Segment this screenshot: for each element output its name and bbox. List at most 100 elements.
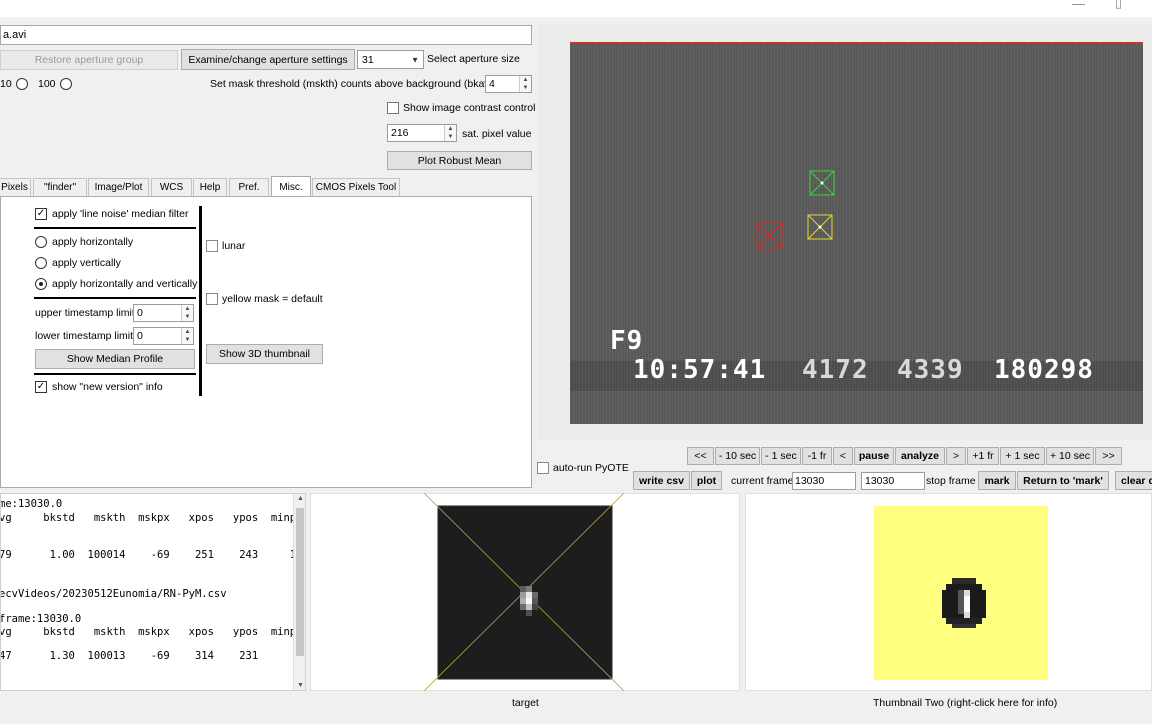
aperture-size-value: 31: [362, 53, 374, 66]
divider: [34, 297, 196, 299]
stop-frame-label: stop frame: [926, 475, 976, 487]
plot-robust-mean-button[interactable]: Plot Robust Mean: [387, 151, 532, 170]
nav-back-10sec-button[interactable]: - 10 sec: [715, 447, 760, 465]
contrast-checkbox[interactable]: [387, 102, 399, 114]
current-frame-label: current frame: [731, 475, 794, 487]
tab-finder[interactable]: "finder": [33, 178, 87, 196]
scroll-up-icon[interactable]: ▲: [297, 495, 304, 502]
spin-arrows-icon[interactable]: ▲ ▼: [181, 305, 193, 321]
write-csv-button[interactable]: write csv: [633, 471, 690, 490]
tab-cmos-pixels-tool[interactable]: CMOS Pixels Tool: [312, 178, 400, 196]
line-noise-checkbox[interactable]: ✓: [35, 208, 47, 220]
new-version-checkbox[interactable]: ✓: [35, 381, 47, 393]
log-line: ecvVideos/20230512Eunomia/RN-PyM.csv: [0, 588, 227, 600]
stop-frame-input[interactable]: 13030: [861, 472, 925, 490]
log-line: vg bkstd mskth mskpx xpos ypos minpx: [0, 626, 303, 638]
return-to-mark-button[interactable]: Return to 'mark': [1017, 471, 1109, 490]
nav-fwd-1frame-button[interactable]: +1 fr: [967, 447, 999, 465]
tab-image-plot[interactable]: Image/Plot: [88, 178, 149, 196]
nav-next-button[interactable]: >: [946, 447, 966, 465]
log-line: 47 1.30 100013 -69 314 231 0: [0, 650, 303, 662]
mask-threshold-spinbox[interactable]: 4 ▲ ▼: [485, 75, 532, 93]
apply-both-radio[interactable]: [35, 278, 47, 290]
minimize-icon[interactable]: —: [1072, 0, 1085, 11]
overlay-number-3: 180298: [994, 355, 1094, 385]
radio-100[interactable]: [60, 78, 72, 90]
analyze-button[interactable]: analyze: [895, 447, 945, 465]
radio-label-100: 100: [38, 78, 56, 90]
restore-aperture-group-button[interactable]: Restore aperture group: [0, 50, 178, 70]
title-strip: [0, 0, 1152, 17]
target-caption: target: [512, 697, 539, 709]
chevron-down-icon: ▼: [411, 55, 419, 64]
overlay-time: 10:57:41: [633, 355, 767, 385]
spin-arrows-icon[interactable]: ▲ ▼: [181, 328, 193, 344]
green-aperture-marker: [809, 170, 835, 196]
video-frame[interactable]: F9 10:57:41 4172 4339 180298: [570, 42, 1143, 424]
lunar-label: lunar: [222, 240, 246, 252]
sat-pixel-spinbox[interactable]: 216 ▲ ▼: [387, 124, 457, 142]
lower-timestamp-label: lower timestamp limit: [35, 330, 134, 342]
examine-aperture-settings-button[interactable]: Examine/change aperture settings: [181, 49, 355, 70]
auto-run-pyote-checkbox[interactable]: [537, 462, 549, 474]
scroll-down-icon[interactable]: ▼: [297, 682, 304, 689]
current-frame-input[interactable]: 13030: [792, 472, 856, 490]
aperture-size-select[interactable]: 31 ▼: [357, 50, 424, 69]
tab-help[interactable]: Help: [193, 178, 227, 196]
nav-back-1frame-button[interactable]: -1 fr: [802, 447, 832, 465]
aperture-size-label: Select aperture size: [427, 53, 520, 65]
sat-pixel-value: 216: [391, 127, 409, 139]
apply-both-label: apply horizontally and vertically: [52, 278, 198, 290]
spin-arrows-icon[interactable]: ▲ ▼: [519, 76, 531, 92]
clear-button[interactable]: clear d: [1115, 471, 1152, 490]
restore-icon[interactable]: ▯: [1115, 0, 1122, 11]
upper-timestamp-spinbox[interactable]: 0 ▲ ▼: [133, 304, 194, 322]
tab-pref[interactable]: Pref.: [229, 178, 269, 196]
apply-horizontally-label: apply horizontally: [52, 236, 134, 248]
upper-timestamp-value: 0: [137, 307, 143, 319]
tab-pixels[interactable]: Pixels: [0, 178, 31, 196]
nav-first-button[interactable]: <<: [687, 447, 714, 465]
yellow-mask-checkbox[interactable]: [206, 293, 218, 305]
nav-back-1sec-button[interactable]: - 1 sec: [761, 447, 801, 465]
plot-button[interactable]: plot: [691, 471, 722, 490]
nav-prev-button[interactable]: <: [833, 447, 853, 465]
radio-10[interactable]: [16, 78, 28, 90]
log-line: frame:13030.0: [0, 613, 82, 625]
scroll-thumb[interactable]: [296, 508, 304, 656]
log-panel[interactable]: me:13030.0 vg bkstd mskth mskpx xpos ypo…: [0, 493, 306, 691]
file-path-field[interactable]: a.avi: [0, 25, 532, 45]
radio-label-10: 10: [0, 78, 12, 90]
spin-arrows-icon[interactable]: ▲ ▼: [444, 125, 456, 141]
mark-button[interactable]: mark: [978, 471, 1016, 490]
divider: [34, 227, 196, 229]
apply-vertically-radio[interactable]: [35, 257, 47, 269]
auto-run-pyote-label: auto-run PyOTE: [553, 462, 629, 474]
nav-fwd-10sec-button[interactable]: + 10 sec: [1046, 447, 1094, 465]
yellow-aperture-marker: [807, 214, 833, 240]
lunar-checkbox[interactable]: [206, 240, 218, 252]
apply-horizontally-radio[interactable]: [35, 236, 47, 248]
vertical-divider: [199, 206, 202, 396]
show-3d-thumbnail-button[interactable]: Show 3D thumbnail: [206, 344, 323, 364]
nav-fwd-1sec-button[interactable]: + 1 sec: [1000, 447, 1045, 465]
overlay-number-2: 4339: [897, 355, 964, 385]
lower-timestamp-spinbox[interactable]: 0 ▲ ▼: [133, 327, 194, 345]
tab-wcs[interactable]: WCS: [151, 178, 192, 196]
thumbnail-two-caption: Thumbnail Two (right-click here for info…: [873, 697, 1058, 709]
show-median-profile-button[interactable]: Show Median Profile: [35, 349, 195, 369]
pause-button[interactable]: pause: [854, 447, 894, 465]
tab-misc[interactable]: Misc.: [271, 176, 311, 197]
lower-timestamp-value: 0: [137, 330, 143, 342]
log-scrollbar[interactable]: ▲ ▼: [293, 494, 305, 690]
overlay-number-1: 4172: [802, 355, 869, 385]
sat-pixel-label: sat. pixel value: [462, 128, 532, 140]
file-path-text: a.avi: [3, 29, 27, 41]
new-version-label: show "new version" info: [52, 381, 163, 393]
contrast-label: Show image contrast control: [403, 102, 536, 114]
current-frame-value: 13030: [795, 475, 825, 487]
stop-frame-value: 13030: [865, 475, 895, 487]
log-line: vg bkstd mskth mskpx xpos ypos minpx: [0, 512, 303, 524]
nav-last-button[interactable]: >>: [1095, 447, 1122, 465]
mask-threshold-label: Set mask threshold (mskth) counts above …: [210, 78, 499, 90]
